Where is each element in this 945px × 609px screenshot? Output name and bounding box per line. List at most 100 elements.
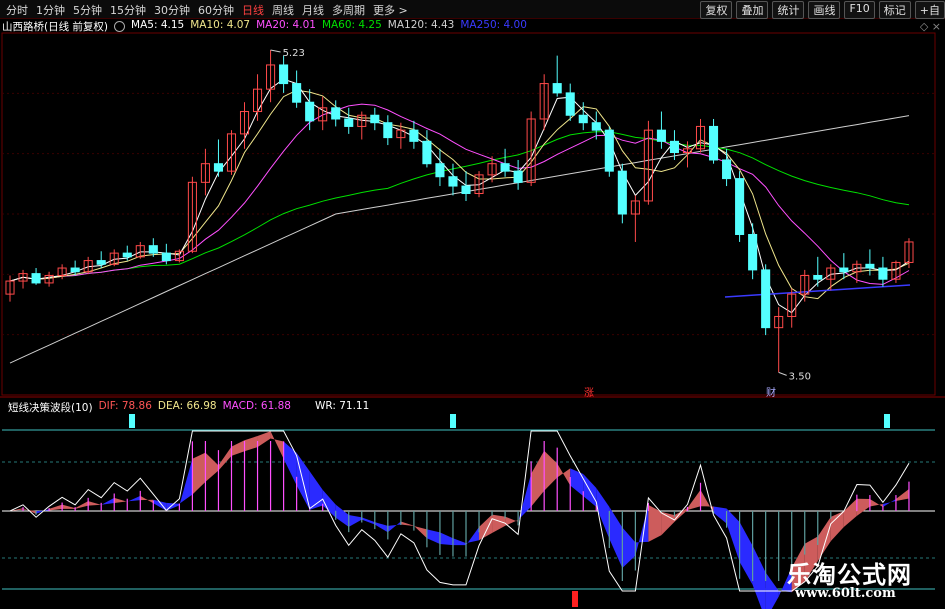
- indicator-band: [244, 435, 258, 452]
- indicator-band: [374, 522, 388, 533]
- indicator-band: [114, 497, 128, 504]
- indicator-band: [466, 526, 480, 546]
- sell-signal-block: [572, 591, 578, 607]
- indicator-band: [609, 506, 623, 569]
- candle-body: [565, 92, 575, 116]
- candle-body: [292, 83, 302, 103]
- candle-body: [96, 260, 106, 265]
- indicator-band: [479, 514, 493, 541]
- candle-body: [722, 159, 732, 180]
- mark-cai: 财: [766, 386, 776, 399]
- candle-body: [865, 263, 875, 269]
- indicator-band: [622, 527, 636, 569]
- indicator-band: [361, 517, 375, 525]
- high-price-label: 5.23: [283, 48, 305, 59]
- indicator-band: [856, 498, 870, 516]
- indicator-band: [257, 431, 271, 448]
- indicator-band: [570, 468, 584, 497]
- indicator-band: [713, 506, 727, 524]
- candle-body: [435, 163, 445, 178]
- indicator-band: [400, 521, 414, 527]
- candle-body: [213, 163, 223, 172]
- candle-body: [461, 185, 471, 195]
- indicator-band: [674, 507, 688, 522]
- candle-body: [344, 118, 354, 127]
- candle-body: [748, 233, 758, 271]
- buy-signal-block: [450, 414, 456, 428]
- low-pointer: [778, 371, 787, 376]
- candle-body: [578, 114, 588, 124]
- indicator-band: [205, 452, 219, 482]
- candle-body: [839, 267, 849, 273]
- candle-body: [383, 122, 393, 139]
- candle-body: [761, 269, 771, 329]
- indicator-band: [752, 545, 766, 609]
- candle-body: [617, 170, 627, 215]
- indicator-band: [101, 497, 115, 505]
- indicator-band: [895, 488, 909, 501]
- candle-body: [331, 107, 341, 120]
- indicator-band: [661, 511, 675, 536]
- mark-zhang: 涨: [584, 387, 594, 399]
- candle-body: [813, 274, 823, 280]
- indicator-band: [218, 446, 232, 471]
- indicator-band: [413, 525, 427, 539]
- indicator-band: [88, 501, 102, 506]
- indicator-band: [726, 508, 740, 562]
- candle-body: [448, 176, 458, 187]
- candle-body: [552, 83, 562, 94]
- indicator-band: [843, 498, 857, 528]
- indicator-band: [544, 450, 558, 491]
- candle-body: [604, 129, 614, 172]
- ma250-line: [724, 284, 911, 298]
- candle-body: [591, 122, 601, 131]
- indicator-band: [387, 521, 401, 533]
- candle-body: [669, 140, 679, 154]
- low-price-label: 3.50: [789, 371, 811, 382]
- candle-body: [279, 64, 289, 85]
- indicator-band: [231, 440, 245, 456]
- candle-body: [735, 178, 745, 235]
- indicator-band: [153, 499, 167, 511]
- candle-body: [422, 140, 432, 165]
- indicator-band: [452, 538, 466, 546]
- indicator-band: [426, 529, 440, 544]
- indicator-band: [739, 522, 753, 585]
- indicator-band: [283, 441, 297, 486]
- indicator-band: [492, 514, 506, 533]
- watermark-title: 乐淘公式网: [787, 561, 912, 589]
- candle-body: [122, 252, 132, 258]
- candle-body: [161, 252, 171, 262]
- indicator-band: [348, 514, 362, 527]
- high-pointer: [270, 49, 281, 53]
- candle-body: [709, 125, 719, 161]
- buy-signal-block: [884, 414, 890, 428]
- indicator-band: [439, 532, 453, 546]
- ma5-line: [9, 78, 910, 314]
- indicator-band: [140, 495, 154, 504]
- indicator-band: [531, 450, 545, 507]
- indicator-band: [557, 463, 571, 486]
- ma10-line: [9, 89, 910, 300]
- ma20-line: [9, 103, 910, 285]
- candle-body: [409, 129, 419, 142]
- candle-body: [513, 170, 523, 183]
- indicator-band: [192, 452, 206, 495]
- candle-body: [878, 267, 888, 280]
- ma60-line: [9, 131, 910, 282]
- indicator-band: [830, 511, 844, 542]
- buy-signal-block: [129, 414, 135, 428]
- indicator-band: [335, 504, 349, 527]
- candle-body: [370, 114, 380, 124]
- candle-body: [148, 245, 158, 254]
- watermark-url: www.60lt.com: [795, 586, 896, 601]
- candle-body: [31, 273, 41, 284]
- candle-body: [70, 267, 80, 273]
- candle-body: [500, 163, 510, 172]
- indicator-band: [127, 495, 141, 502]
- indicator-band: [62, 504, 76, 509]
- kline-chart[interactable]: 5.23 3.50 涨 财: [0, 0, 945, 609]
- indicator-band: [270, 431, 284, 459]
- candle-body: [656, 129, 666, 142]
- candle-body: [305, 101, 315, 122]
